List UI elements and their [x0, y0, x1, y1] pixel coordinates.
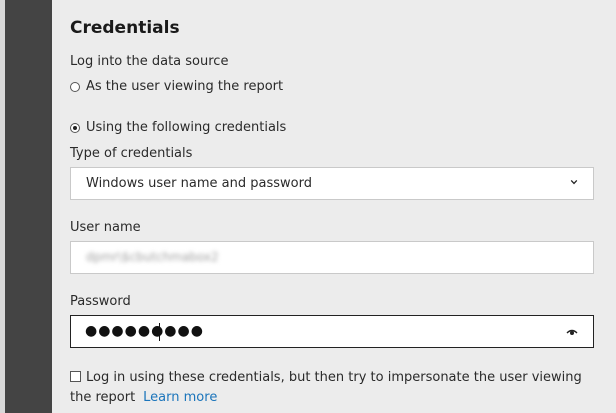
credentials-panel: Credentials Log into the data source As …: [52, 0, 616, 413]
chevron-down-icon[interactable]: [570, 178, 578, 186]
credential-type-value: Windows user name and password: [86, 176, 312, 191]
impersonate-option[interactable]: Log in using these credentials, but then…: [70, 368, 590, 408]
radio-button[interactable]: [70, 81, 80, 92]
radio-viewing-user[interactable]: As the user viewing the report: [70, 79, 283, 94]
learn-more-link[interactable]: Learn more: [143, 390, 217, 405]
radio-following-credentials[interactable]: Using the following credentials: [70, 120, 286, 135]
username-label: User name: [70, 220, 141, 235]
section-title: Credentials: [70, 18, 180, 38]
credential-type-label: Type of credentials: [70, 146, 193, 161]
credential-type-select[interactable]: Windows user name and password: [70, 167, 594, 200]
text-caret: [159, 323, 160, 341]
radio-label: As the user viewing the report: [86, 79, 284, 94]
login-label: Log into the data source: [70, 54, 229, 69]
password-label: Password: [70, 294, 131, 309]
sidebar: [5, 0, 52, 413]
radio-label: Using the following credentials: [86, 120, 287, 135]
radio-button[interactable]: [70, 122, 80, 133]
impersonate-checkbox[interactable]: [70, 371, 81, 382]
username-value: dpmr\$cbutchmabox2: [86, 250, 219, 264]
eye-icon[interactable]: [566, 328, 578, 336]
password-value: ●●●●●●●●●: [85, 323, 204, 339]
username-input[interactable]: dpmr\$cbutchmabox2: [70, 241, 594, 274]
password-input[interactable]: ●●●●●●●●●: [70, 315, 594, 348]
